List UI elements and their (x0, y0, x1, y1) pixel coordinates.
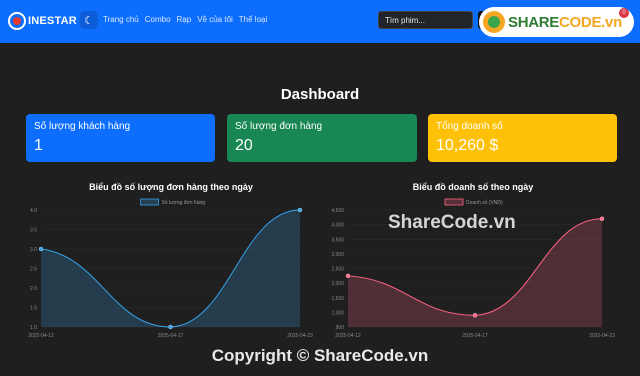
sharecode-watermark-overlay: ShareCode.vn (388, 212, 516, 233)
legend-label: Số lượng đơn hàng (162, 200, 206, 206)
legend-swatch (140, 198, 159, 206)
y-tick-label: 3.5 (30, 228, 37, 234)
y-tick-label: 2.0 (30, 286, 37, 292)
data-point (599, 216, 605, 221)
data-point (168, 324, 173, 330)
data-point (345, 273, 351, 278)
y-tick-label: 3,500 (331, 237, 344, 243)
x-tick-label: 2025-04-12 (28, 333, 54, 339)
y-tick-label: 3,000 (331, 252, 344, 258)
y-tick-label: 1.5 (30, 306, 37, 312)
data-point (472, 313, 478, 318)
copyright-text: Copyright © ShareCode.vn (211, 346, 429, 365)
y-tick-label: 2,500 (331, 267, 344, 273)
x-tick-label: 2025-04-12 (335, 333, 361, 339)
x-tick-label: 2025-04-23 (589, 333, 615, 339)
y-tick-label: 2,000 (331, 281, 344, 287)
y-tick-label: 500 (336, 325, 345, 331)
y-tick-label: 3.0 (30, 247, 37, 253)
legend-label: Doanh số (VND) (466, 200, 503, 206)
x-tick-label: 2025-04-17 (462, 333, 488, 339)
charts-canvas: 4.0 3.5 3.0 2.5 2.0 1.5 1.0 2025-04-12 2025-04-1… (28, 198, 615, 339)
x-tick-label: 2025-04-23 (287, 333, 313, 339)
data-point (297, 207, 303, 213)
y-tick-label: 1,500 (331, 296, 344, 302)
y-tick-label: 1.0 (30, 325, 37, 331)
y-tick-label: 1,000 (331, 310, 344, 316)
legend-swatch (444, 198, 464, 206)
x-tick-label: 2025-04-17 (158, 333, 184, 339)
data-point (38, 246, 44, 252)
y-tick-label: 4,500 (331, 208, 344, 214)
y-tick-label: 2.5 (30, 267, 37, 273)
y-tick-label: 4,000 (331, 223, 344, 229)
y-tick-label: 4.0 (30, 208, 37, 214)
